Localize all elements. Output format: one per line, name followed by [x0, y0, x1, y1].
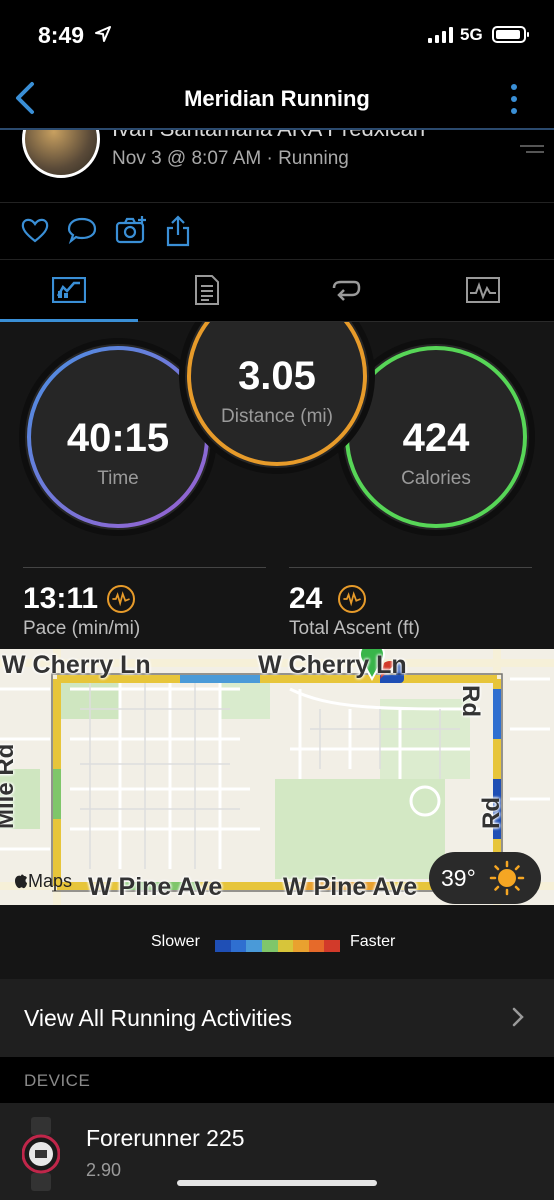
tab-laps[interactable]	[276, 260, 414, 320]
device-section-header: DEVICE	[0, 1057, 554, 1103]
maps-attribution: Maps	[14, 871, 72, 892]
legend-faster-label: Faster	[350, 933, 396, 950]
location-arrow-icon	[95, 26, 111, 42]
ascent-value: 24	[289, 582, 323, 615]
sun-icon	[489, 860, 525, 896]
chevron-right-icon	[512, 1007, 524, 1027]
activity-meta: Nov 3 @ 8:07 AM · Running	[112, 148, 349, 169]
pace-color-swatch	[277, 940, 294, 952]
calories-ring: 424 Calories	[343, 344, 529, 530]
weather-temperature: 39°	[441, 865, 476, 891]
time-ring: 40:15 Time	[25, 344, 211, 530]
street-label-pine-1: W Pine Ave	[88, 873, 223, 901]
like-heart-icon[interactable]	[20, 215, 50, 245]
view-all-label: View All Running Activities	[24, 1005, 293, 1031]
pace-legend: Slower Faster	[0, 905, 554, 979]
calories-label: Calories	[401, 468, 471, 489]
pace-color-scale	[215, 940, 340, 952]
device-name: Forerunner 225	[86, 1125, 245, 1151]
tab-details[interactable]	[138, 260, 276, 320]
street-label-cherry-1: W Cherry Ln	[2, 651, 151, 679]
time-label: Time	[97, 468, 139, 489]
pace-color-swatch	[324, 940, 340, 952]
pace-value: 13:11	[23, 582, 99, 615]
more-options-icon[interactable]	[508, 82, 520, 116]
network-type: 5G	[460, 25, 483, 44]
ascent-metric: 24 Total Ascent (ft)	[289, 567, 532, 649]
street-label-right-road: Rd	[478, 797, 505, 829]
pace-color-swatch	[230, 940, 247, 952]
weather-badge: 39°	[429, 852, 541, 904]
activity-header: Ivan Santamaria ARA Predxican Nov 3 @ 8:…	[0, 128, 554, 202]
nav-bar: Meridian Running	[0, 70, 554, 128]
view-all-activities-row[interactable]: View All Running Activities	[0, 979, 554, 1057]
street-label-right-road-top: Rd	[457, 685, 484, 717]
device-version: 2.90	[86, 1160, 122, 1180]
ascent-label: Total Ascent (ft)	[289, 618, 420, 639]
ascent-chart-badge-icon[interactable]	[338, 585, 366, 613]
share-icon[interactable]	[165, 215, 191, 247]
comment-bubble-icon[interactable]	[67, 215, 97, 245]
maps-attribution-text: Maps	[28, 871, 73, 891]
activity-owner-name: Ivan Santamaria ARA Predxican	[112, 128, 426, 141]
pace-color-swatch	[215, 940, 231, 952]
battery-icon	[492, 26, 529, 43]
summary-metrics: 13:11 Pace (min/mi) 24 Total Ascent (ft)	[0, 567, 554, 649]
time-value: 40:15	[66, 416, 170, 460]
pace-color-swatch	[261, 940, 278, 952]
chart-summary-icon	[52, 277, 86, 303]
avatar[interactable]	[22, 130, 100, 178]
distance-label: Distance (mi)	[221, 406, 333, 427]
pace-color-swatch	[308, 940, 325, 952]
laps-loop-icon	[332, 280, 361, 301]
options-lines-icon[interactable]	[520, 144, 544, 158]
home-indicator[interactable]	[177, 1180, 377, 1186]
pace-color-swatch	[293, 940, 309, 952]
apple-logo-icon	[15, 874, 27, 889]
street-label-left-road: Mile Rd	[0, 743, 19, 829]
page-title: Meridian Running	[184, 86, 370, 111]
add-photo-camera-icon[interactable]	[115, 215, 147, 245]
distance-value: 3.05	[238, 354, 316, 398]
route-map[interactable]: W Cherry Ln W Cherry Ln W Pine Ave W Pin…	[0, 649, 554, 905]
social-actions	[0, 202, 554, 260]
tab-graphs[interactable]	[414, 260, 552, 320]
status-bar: 8:49 5G	[0, 0, 554, 70]
activity-tabs	[0, 260, 554, 322]
pace-metric: 13:11 Pace (min/mi)	[23, 567, 266, 649]
pace-label: Pace (min/mi)	[23, 618, 141, 639]
watch-icon	[22, 1117, 60, 1191]
legend-slower-label: Slower	[151, 933, 200, 950]
signal-icon	[428, 27, 453, 43]
distance-ring: 3.05 Distance (mi)	[185, 322, 369, 468]
stat-rings: 40:15 Time 424 Calories 3.05 Distance (m…	[0, 322, 554, 567]
status-time: 8:49	[38, 22, 85, 48]
street-label-pine-2: W Pine Ave	[283, 873, 418, 901]
document-details-icon	[195, 275, 219, 305]
tab-summary[interactable]	[0, 260, 138, 320]
calories-value: 424	[402, 416, 470, 460]
graph-icon	[466, 277, 500, 303]
device-section-title: DEVICE	[24, 1071, 91, 1090]
pace-chart-badge-icon[interactable]	[107, 585, 135, 613]
pace-color-swatch	[246, 940, 262, 952]
street-label-cherry-2: W Cherry Ln	[258, 651, 407, 679]
